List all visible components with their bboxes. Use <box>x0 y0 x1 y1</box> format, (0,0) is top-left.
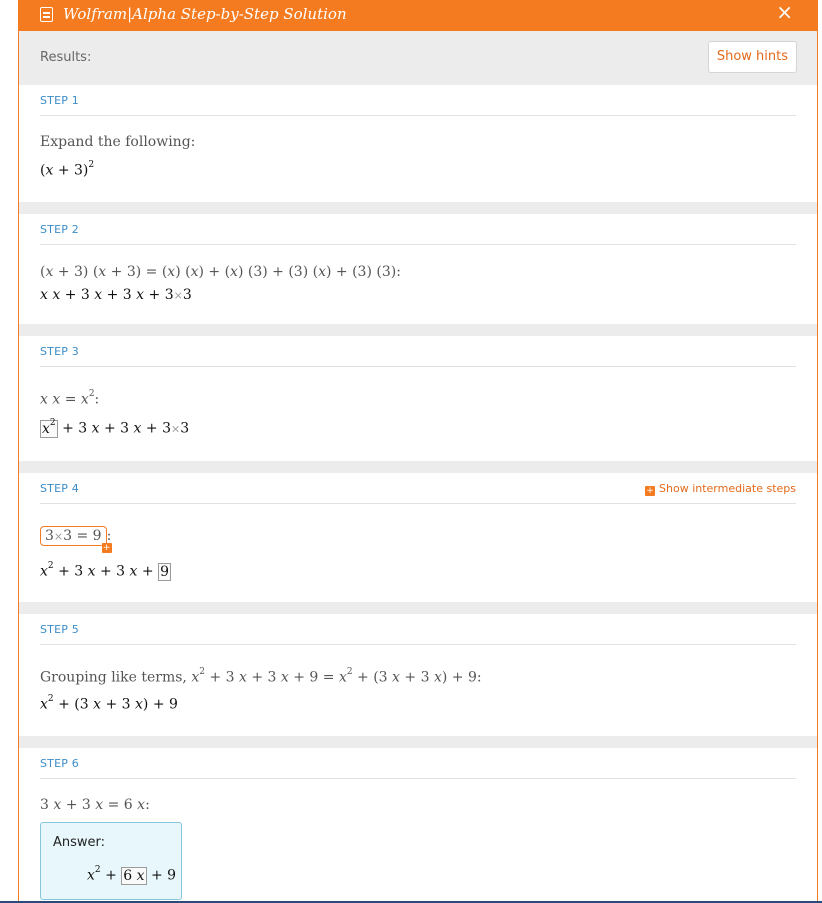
close-button[interactable]: × <box>776 2 793 22</box>
step-5: STEP 5 Grouping like terms, x2 + 3 x + 3… <box>19 614 817 736</box>
step-expression: x2 + 3 x + 3 x + 9 <box>40 561 172 581</box>
results-bar: Results: Show hints <box>19 31 817 85</box>
step-separator <box>19 736 817 748</box>
step-separator <box>19 202 817 214</box>
show-intermediate-steps-link[interactable]: + Show intermediate steps <box>645 482 796 496</box>
step-2: STEP 2 (x + 3) (x + 3) = (x) (x) + (x) (… <box>19 214 817 324</box>
results-label: Results: <box>40 50 92 65</box>
step-label: STEP 3 <box>40 345 79 358</box>
step-divider <box>40 366 796 367</box>
notebook-icon <box>40 7 53 22</box>
step-expression: x2 + 3 x + 3 x + 3×3 <box>40 418 190 438</box>
step-6: STEP 6 3 x + 3 x = 6 x: Answer: x2 + 6 x… <box>19 748 817 903</box>
intermediate-link-label: Show intermediate steps <box>659 482 796 495</box>
title-bar: Wolfram|Alpha Step-by-Step Solution × <box>19 0 817 31</box>
step-separator <box>19 461 817 473</box>
intermediate-step-box[interactable]: 3×3 = 9 + <box>40 526 112 553</box>
step-divider <box>40 115 796 116</box>
step-expression: x x + 3 x + 3 x + 3×3 <box>40 287 192 303</box>
step-divider <box>40 244 796 245</box>
step-divider <box>40 778 796 779</box>
step-description: 3×3 = 9 +: <box>40 526 112 553</box>
answer-box: Answer: x2 + 6 x + 9 <box>40 822 182 900</box>
answer-label: Answer: <box>53 835 106 850</box>
step-description: Grouping like terms, x2 + 3 x + 3 x + 9 … <box>40 667 482 686</box>
step-label: STEP 5 <box>40 623 79 636</box>
step-1: STEP 1 Expand the following: (x + 3)2 <box>19 85 817 202</box>
step-by-step-panel: Wolfram|Alpha Step-by-Step Solution × Re… <box>18 0 818 903</box>
step-description: Expand the following: <box>40 134 196 150</box>
step-separator <box>19 324 817 336</box>
step-divider <box>40 644 796 645</box>
step-expression: (x + 3)2 <box>40 160 95 179</box>
step-4: STEP 4 + Show intermediate steps 3×3 = 9 +… <box>19 473 817 602</box>
show-hints-button[interactable]: Show hints <box>707 41 797 73</box>
step-description: 3 x + 3 x = 6 x: <box>40 797 150 813</box>
plus-icon: + <box>645 486 656 496</box>
step-description: (x + 3) (x + 3) = (x) (x) + (x) (3) + (3… <box>40 264 401 280</box>
step-label: STEP 4 <box>40 482 79 495</box>
step-3: STEP 3 x x = x2: x2 + 3 x + 3 x + 3×3 <box>19 336 817 461</box>
step-label: STEP 1 <box>40 94 79 107</box>
answer-expression: x2 + 6 x + 9 <box>87 865 177 885</box>
window-title: Wolfram|Alpha Step-by-Step Solution <box>63 5 347 23</box>
step-label: STEP 6 <box>40 757 79 770</box>
step-divider <box>40 503 796 504</box>
step-description: x x = x2: <box>40 389 100 408</box>
step-expression: x2 + (3 x + 3 x) + 9 <box>40 694 178 713</box>
expand-icon: + <box>101 543 112 553</box>
step-separator <box>19 602 817 614</box>
step-label: STEP 2 <box>40 223 79 236</box>
